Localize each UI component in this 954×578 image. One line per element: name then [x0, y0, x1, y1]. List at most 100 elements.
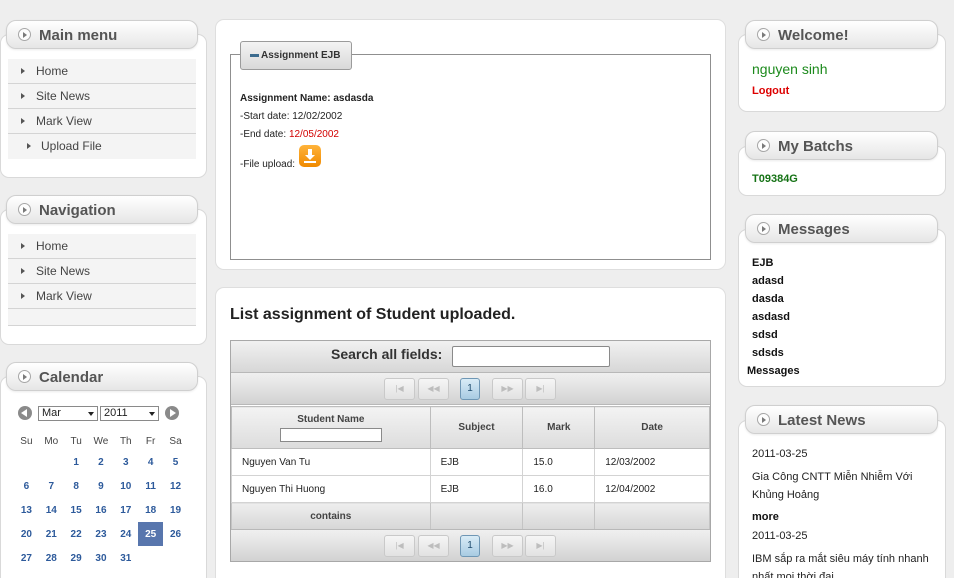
first-page-button[interactable]: |◀	[384, 535, 415, 557]
main-menu-item-upload-file[interactable]: Upload File	[8, 134, 196, 159]
calendar-day[interactable]: 12	[163, 474, 188, 498]
message-item[interactable]: EJB	[752, 257, 773, 269]
message-item[interactable]: sdsds	[752, 347, 784, 359]
calendar-day[interactable]: 6	[14, 474, 39, 498]
main-menu-item-home[interactable]: Home	[8, 59, 196, 84]
message-item[interactable]: adasd	[752, 275, 784, 287]
calendar-day[interactable]: 14	[39, 498, 64, 522]
calendar-days: 1 2 3 4 5 6 7 8 9 10 11 12 13 14 15 16 17 18 19 20 21 22 23 24 2…	[14, 450, 188, 570]
chevron-right-icon	[21, 243, 25, 249]
calendar-week-row: 6 7 8 9 10 11 12	[14, 474, 188, 498]
footer-cell	[594, 502, 710, 530]
news-headline[interactable]: Gia Công CNTT Miễn Nhiễm Với Khủng Hoảng	[752, 468, 936, 504]
calendar-month-select[interactable]: Mar	[38, 406, 98, 421]
circle-arrow-icon	[757, 28, 770, 41]
prev-page-button[interactable]: ◀◀	[418, 535, 449, 557]
uploads-table: Student Name Subject Mark Date Nguyen Va…	[231, 406, 710, 530]
calendar-day[interactable]: 19	[163, 498, 188, 522]
nav-item-site-news[interactable]: Site News	[8, 259, 196, 284]
chevron-right-icon	[21, 268, 25, 274]
calendar-day[interactable]: 23	[89, 522, 114, 546]
calendar-week-row: 20 21 22 23 24 25 26	[14, 522, 188, 546]
calendar-day[interactable]: 1	[64, 450, 89, 474]
calendar-day[interactable]: 8	[64, 474, 89, 498]
column-header-student-name[interactable]: Student Name	[231, 406, 431, 449]
news-headline[interactable]: IBM sắp ra mắt siêu máy tính nhanh nhất …	[752, 550, 936, 578]
calendar-day[interactable]: 16	[89, 498, 114, 522]
calendar-day[interactable]: 27	[14, 546, 39, 570]
calendar-day[interactable]: 5	[163, 450, 188, 474]
column-header-date[interactable]: Date	[594, 406, 710, 449]
table-row[interactable]: Nguyen Thi Huong EJB 16.0 12/04/2002	[231, 475, 710, 503]
calendar-title: Calendar	[39, 369, 104, 386]
calendar-day[interactable]: 28	[39, 546, 64, 570]
calendar-year-select[interactable]: 2011	[100, 406, 159, 421]
chevron-right-icon	[21, 293, 25, 299]
calendar-week-row: 12345	[14, 450, 188, 474]
news-date: 2011-03-25	[752, 530, 808, 542]
batch-item[interactable]: T09384G	[752, 173, 798, 185]
calendar-day[interactable]: 17	[113, 498, 138, 522]
messages-all-link[interactable]: Messages	[747, 365, 800, 377]
student-name-filter-input[interactable]	[279, 427, 382, 442]
calendar-day[interactable]: 3	[113, 450, 138, 474]
calendar-day[interactable]: 15	[64, 498, 89, 522]
footer-contains: contains	[231, 502, 431, 530]
page-number-button[interactable]: 1	[460, 535, 480, 557]
assignment-collapse-button[interactable]: Assignment EJB	[240, 41, 352, 70]
news-title: Latest News	[778, 412, 866, 429]
assignment-end-date: -End date: 12/05/2002	[240, 129, 339, 140]
search-input[interactable]	[452, 346, 610, 367]
calendar-next-month-icon[interactable]	[165, 406, 179, 420]
calendar-day[interactable]: 2	[89, 450, 114, 474]
calendar-day[interactable]: 20	[14, 522, 39, 546]
last-page-button[interactable]: ▶|	[525, 378, 556, 400]
calendar-day[interactable]: 31	[113, 546, 138, 570]
uploads-title: List assignment of Student uploaded.	[230, 306, 516, 323]
news-more-link[interactable]: more	[752, 511, 779, 523]
batchs-title: My Batchs	[778, 138, 854, 155]
calendar-day[interactable]: 30	[89, 546, 114, 570]
last-page-button[interactable]: ▶|	[525, 535, 556, 557]
main-menu-item-site-news[interactable]: Site News	[8, 84, 196, 109]
welcome-header: Welcome!	[745, 20, 938, 49]
message-item[interactable]: dasda	[752, 293, 784, 305]
prev-page-button[interactable]: ◀◀	[418, 378, 449, 400]
welcome-title: Welcome!	[778, 27, 849, 44]
next-page-button[interactable]: ▶▶	[492, 378, 523, 400]
first-page-button[interactable]: |◀	[384, 378, 415, 400]
calendar-day[interactable]: 10	[113, 474, 138, 498]
next-page-button[interactable]: ▶▶	[492, 535, 523, 557]
calendar-day[interactable]: 22	[64, 522, 89, 546]
calendar-day[interactable]: 13	[14, 498, 39, 522]
calendar-day[interactable]: 11	[138, 474, 163, 498]
page-number-button[interactable]: 1	[460, 378, 480, 400]
nav-item-mark-view[interactable]: Mark View	[8, 284, 196, 309]
nav-item-empty	[8, 309, 196, 326]
calendar-day-today[interactable]: 25	[138, 522, 164, 546]
table-footer-row: contains	[231, 502, 710, 530]
calendar-day[interactable]: 24	[113, 522, 138, 546]
calendar-day[interactable]: 18	[138, 498, 163, 522]
messages-box	[738, 229, 946, 387]
main-menu-item-mark-view[interactable]: Mark View	[8, 109, 196, 134]
calendar-day[interactable]: 21	[39, 522, 64, 546]
calendar-day[interactable]: 9	[89, 474, 114, 498]
circle-arrow-icon	[757, 413, 770, 426]
message-item[interactable]: sdsd	[752, 329, 778, 341]
calendar-day[interactable]: 7	[39, 474, 64, 498]
messages-header: Messages	[745, 214, 938, 243]
message-item[interactable]: asdasd	[752, 311, 790, 323]
download-icon[interactable]	[299, 145, 321, 167]
calendar-prev-month-icon[interactable]	[18, 406, 32, 420]
logout-link[interactable]: Logout	[752, 85, 789, 97]
column-header-mark[interactable]: Mark	[522, 406, 596, 449]
calendar-day[interactable]: 26	[163, 522, 188, 546]
calendar-week-row: 27 28 29 30 31	[14, 546, 188, 570]
calendar-day[interactable]: 4	[138, 450, 163, 474]
weekday-label: Fr	[145, 435, 156, 447]
nav-item-home[interactable]: Home	[8, 234, 196, 259]
column-header-subject[interactable]: Subject	[429, 406, 524, 449]
calendar-day[interactable]: 29	[64, 546, 89, 570]
table-row[interactable]: Nguyen Van Tu EJB 15.0 12/03/2002	[231, 448, 710, 476]
